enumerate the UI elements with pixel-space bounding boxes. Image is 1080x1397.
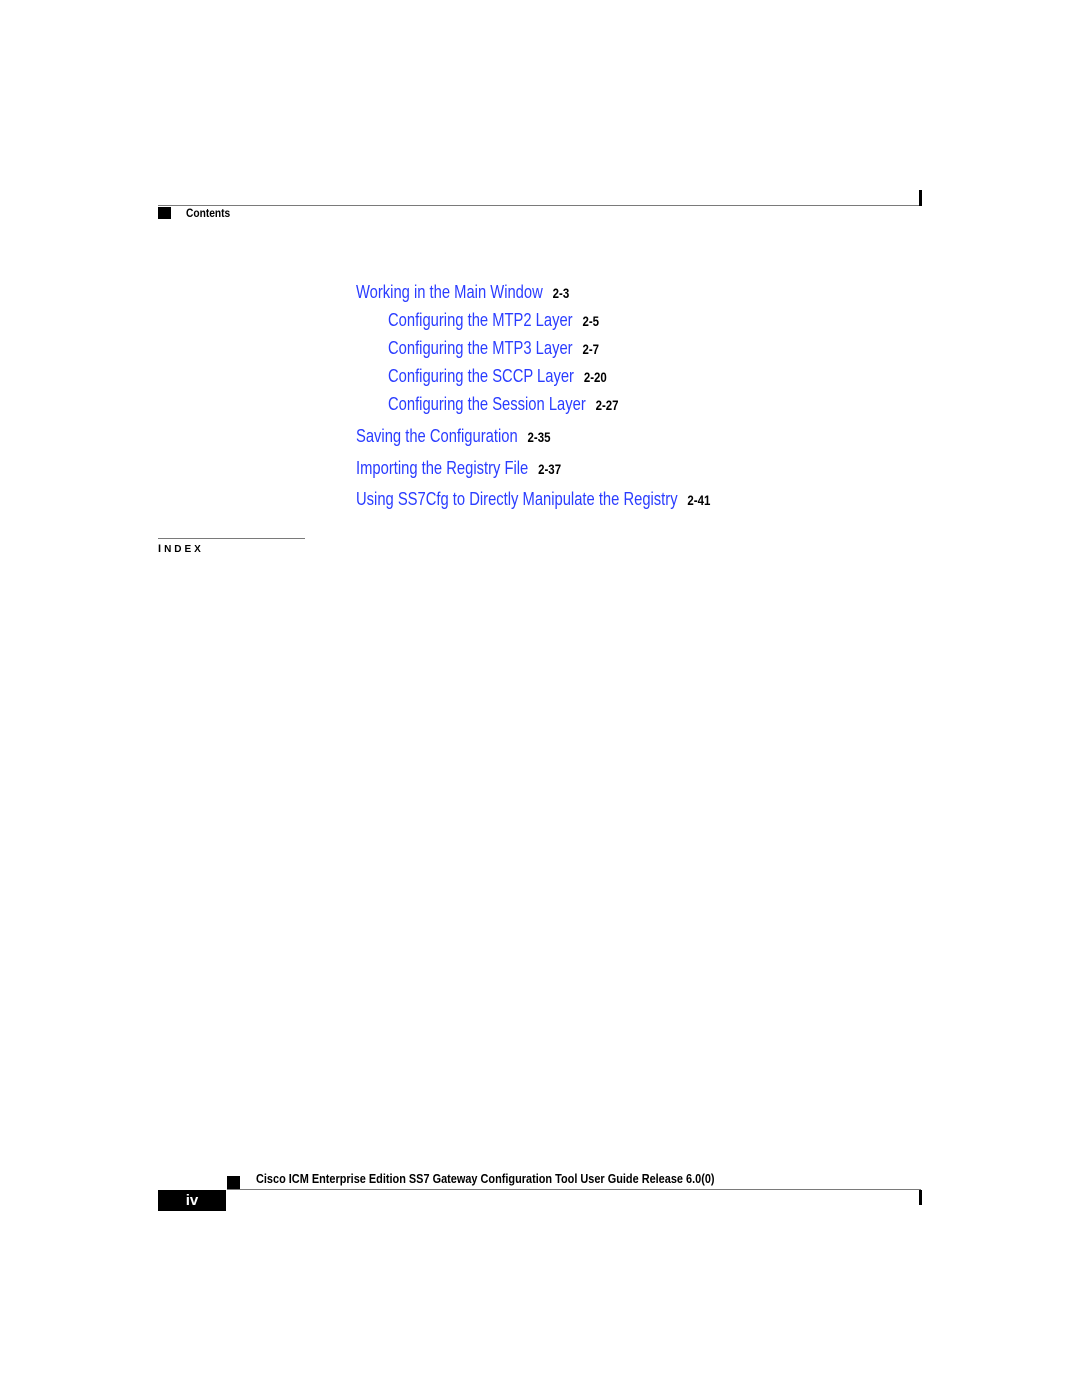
header-rule	[158, 205, 921, 206]
toc-entry[interactable]: Configuring the MTP3 Layer 2-7	[388, 338, 599, 359]
toc-entry-page: 2-7	[582, 341, 600, 357]
toc-entry-title[interactable]: Working in the Main Window	[356, 282, 543, 302]
toc-entry-title[interactable]: Using SS7Cfg to Directly Manipulate the …	[356, 489, 678, 509]
toc-entry-page: 2-5	[582, 313, 600, 329]
toc-entry[interactable]: Configuring the SCCP Layer 2-20	[388, 366, 607, 387]
section-label: Contents	[186, 206, 231, 220]
toc-entry-page: 2-35	[527, 429, 551, 445]
toc-entry-title[interactable]: Configuring the Session Layer	[388, 394, 586, 414]
toc-entry[interactable]: Saving the Configuration 2-35	[356, 426, 550, 447]
header-tick-mark	[919, 190, 922, 206]
toc-entry-title[interactable]: Configuring the MTP3 Layer	[388, 338, 573, 358]
toc-entry[interactable]: Configuring the MTP2 Layer 2-5	[388, 310, 599, 331]
toc-entry-title[interactable]: Configuring the SCCP Layer	[388, 366, 574, 386]
footer-document-title: Cisco ICM Enterprise Edition SS7 Gateway…	[256, 1171, 715, 1186]
index-rule	[158, 538, 305, 539]
toc-entry[interactable]: Working in the Main Window 2-3	[356, 282, 569, 303]
footer-square-marker	[227, 1176, 240, 1189]
toc-entry-title[interactable]: Configuring the MTP2 Layer	[388, 310, 573, 330]
toc-entry-page: 2-20	[583, 369, 607, 385]
toc-entry-page: 2-41	[687, 492, 711, 508]
toc-entry-page: 2-27	[595, 397, 619, 413]
toc-entry-title[interactable]: Saving the Configuration	[356, 426, 518, 446]
page-number: iv	[158, 1190, 226, 1211]
toc-entry-page: 2-37	[538, 461, 562, 477]
toc-entry-title[interactable]: Importing the Registry File	[356, 458, 528, 478]
toc-entry-page: 2-3	[552, 285, 570, 301]
toc-entry[interactable]: Configuring the Session Layer 2-27	[388, 394, 619, 415]
footer-rule	[227, 1189, 921, 1190]
toc-entry[interactable]: Using SS7Cfg to Directly Manipulate the …	[356, 489, 710, 510]
toc-entry[interactable]: Importing the Registry File 2-37	[356, 458, 561, 479]
index-heading[interactable]: INDEX	[158, 543, 204, 555]
footer-tick-mark	[919, 1190, 922, 1205]
header-square-marker	[158, 207, 171, 219]
